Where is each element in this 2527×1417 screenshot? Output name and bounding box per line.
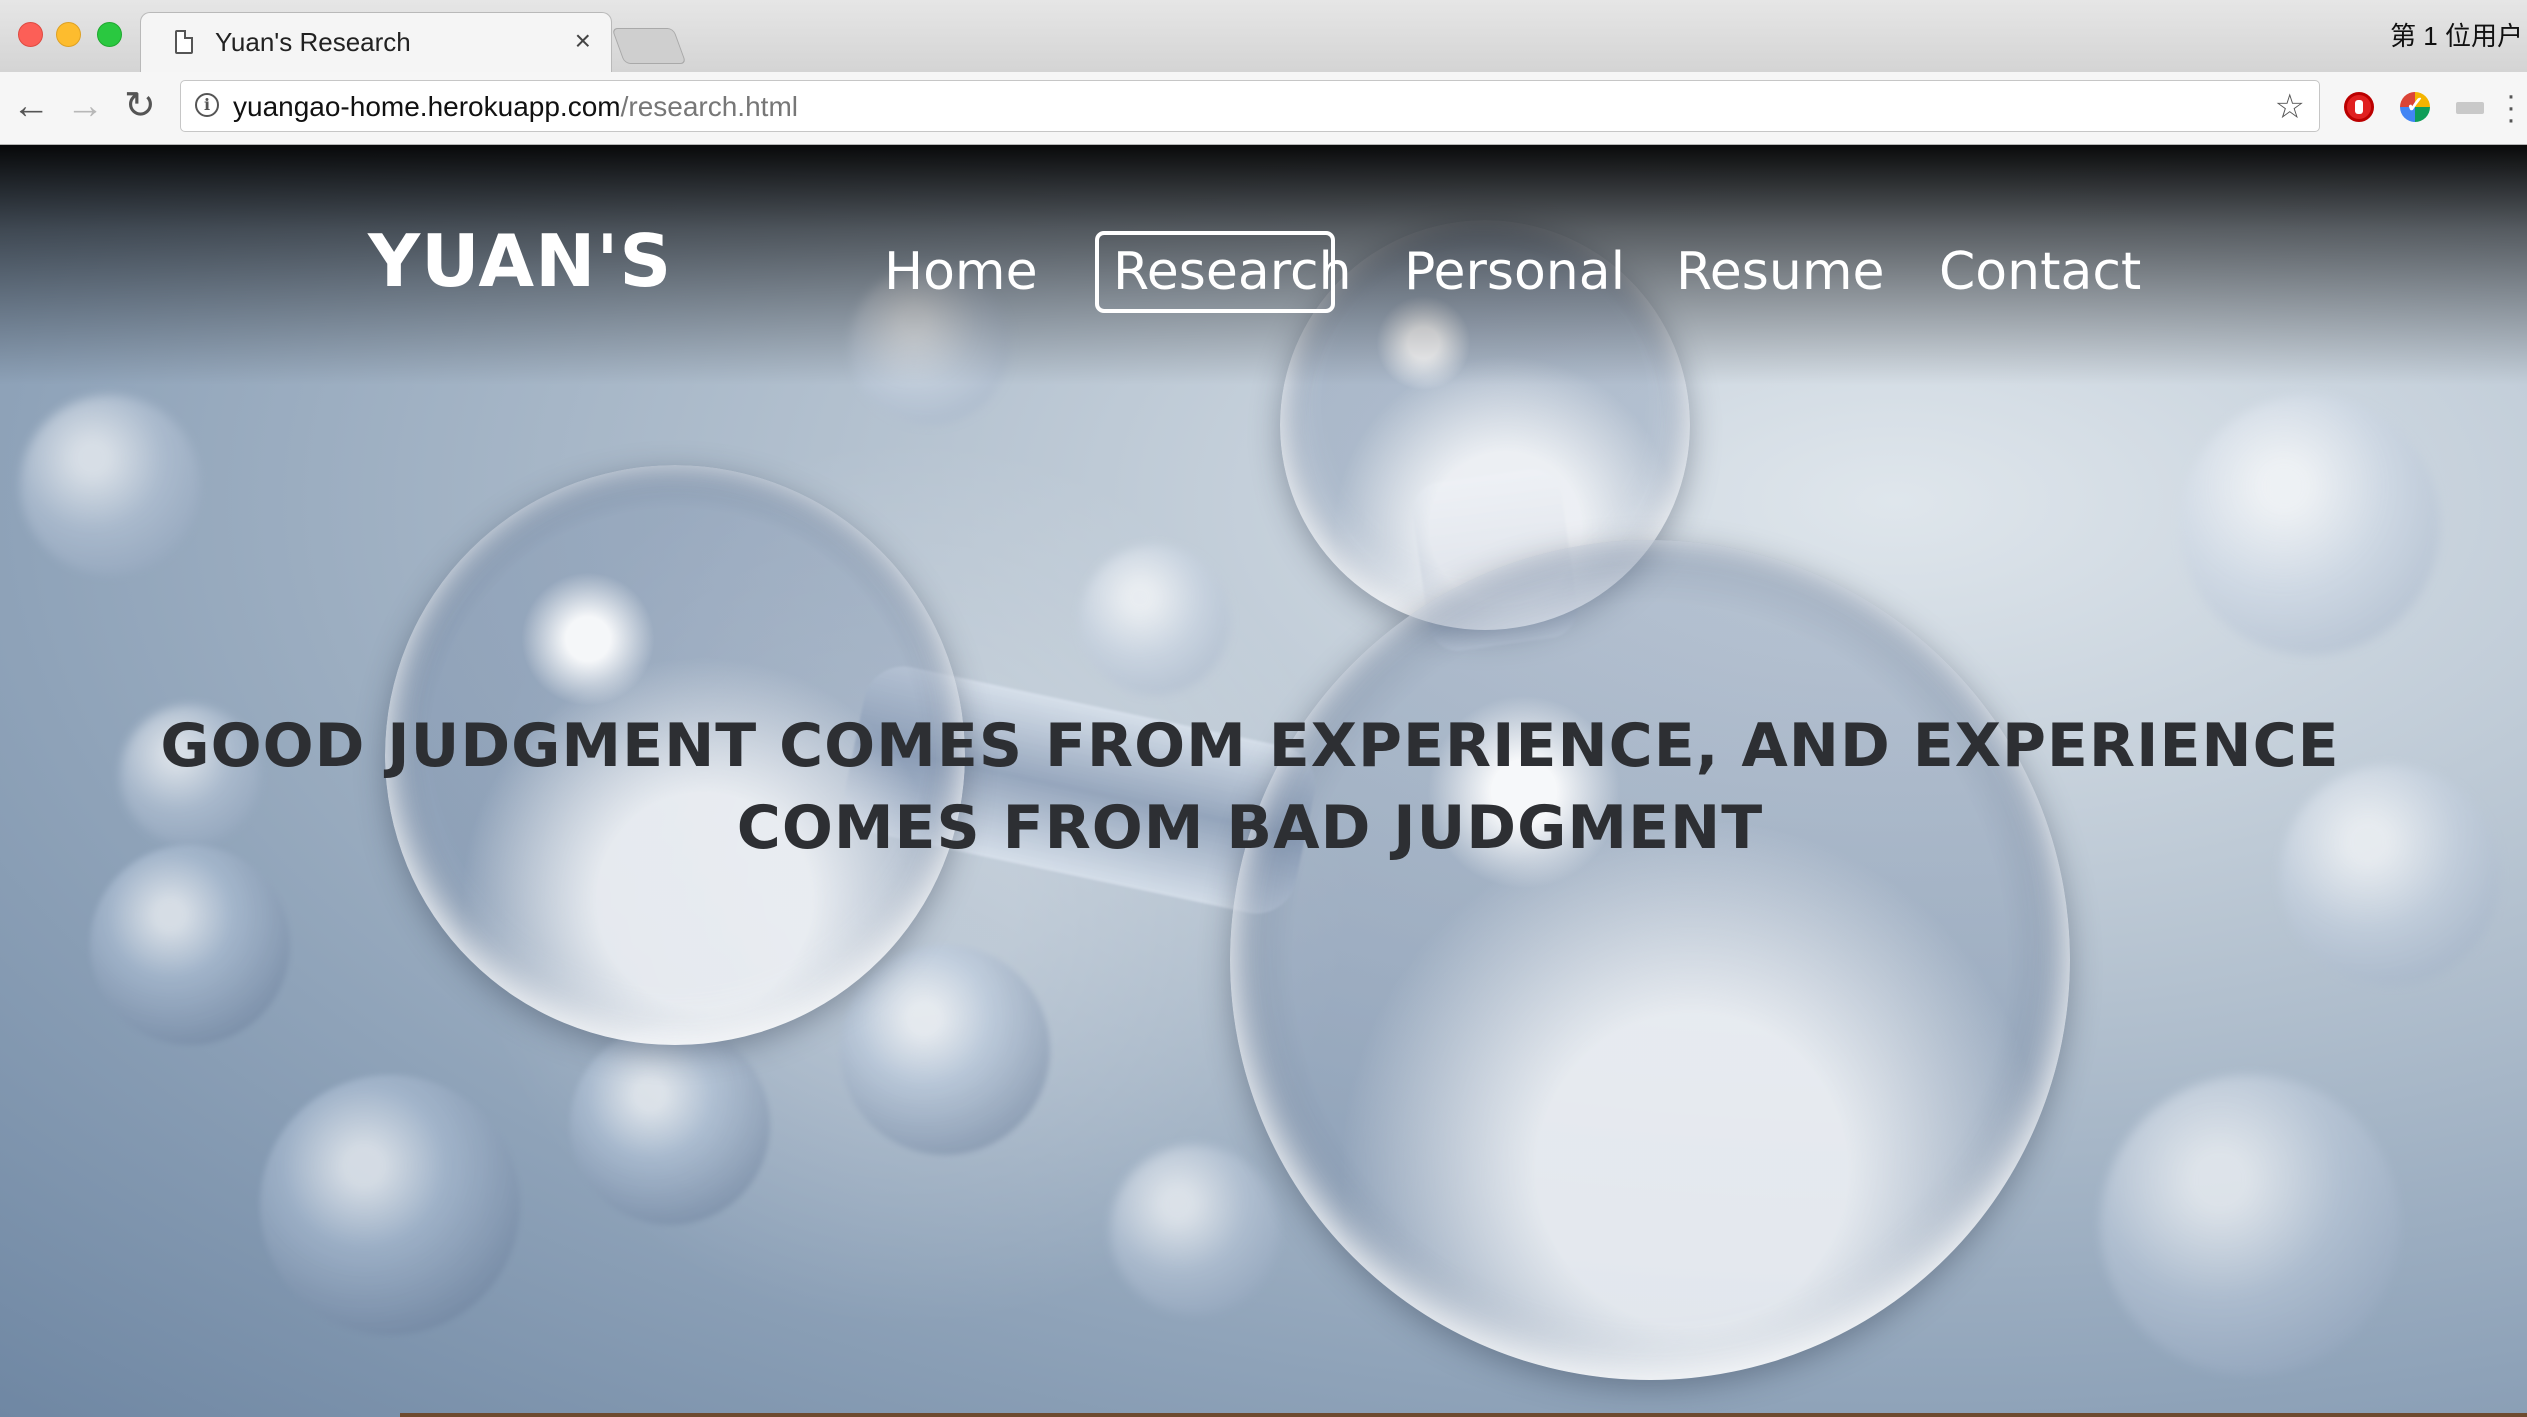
minimize-window-button[interactable] <box>56 22 81 47</box>
reload-icon[interactable]: ↻ <box>124 84 156 128</box>
bottom-divider <box>400 1413 2527 1417</box>
url-host: yuangao-home.herokuapp.com <box>233 91 621 122</box>
cast-icon[interactable] <box>2456 92 2486 122</box>
close-window-button[interactable] <box>18 22 43 47</box>
nav-contact[interactable]: Contact <box>1925 231 2155 313</box>
browser-tab-strip: Yuan's Research × 第 1 位用户 <box>0 0 2527 73</box>
tab-close-icon[interactable]: × <box>575 25 591 57</box>
nav-home[interactable]: Home <box>870 231 1052 313</box>
background-bubble <box>260 1075 520 1335</box>
star-icon[interactable]: ☆ <box>2275 87 2305 127</box>
background-bubble <box>20 395 200 575</box>
hero-quote: GOOD JUDGMENT COMES FROM EXPERIENCE, AND… <box>160 711 2340 864</box>
background-bubble <box>2180 395 2440 655</box>
background-bubble <box>1080 545 1230 695</box>
back-arrow-icon[interactable]: ← <box>12 84 50 128</box>
menu-icon[interactable]: · · · <box>2506 81 2516 135</box>
molecule-sphere-right <box>1230 540 2070 1380</box>
browser-toolbar: ← → ↻ i yuangao-home.herokuapp.com/resea… <box>0 72 2527 145</box>
nav-resume[interactable]: Resume <box>1662 231 1898 313</box>
browser-tab[interactable]: Yuan's Research × <box>140 12 612 73</box>
chrome-extension-icon[interactable] <box>2400 92 2430 122</box>
forward-arrow-icon[interactable]: → <box>66 84 104 128</box>
url-text[interactable]: yuangao-home.herokuapp.com/research.html <box>233 91 798 123</box>
background-bubble <box>840 945 1050 1155</box>
user-profile-label[interactable]: 第 1 位用户 <box>2390 16 2523 53</box>
nav-research[interactable]: Research <box>1095 231 1352 313</box>
page-icon <box>175 30 193 54</box>
info-icon[interactable]: i <box>195 93 219 117</box>
background-bubble <box>570 1025 770 1225</box>
nav-personal[interactable]: Personal <box>1390 231 1639 313</box>
url-path: /research.html <box>620 91 798 122</box>
new-tab-button[interactable] <box>611 28 687 64</box>
page-content: YUAN'S Home Research Personal Resume Con… <box>0 145 2527 1417</box>
tab-title: Yuan's Research <box>215 27 411 57</box>
ublock-icon[interactable] <box>2344 92 2374 122</box>
background-bubble <box>90 845 290 1045</box>
site-logo[interactable]: YUAN'S <box>368 219 672 303</box>
maximize-window-button[interactable] <box>97 22 122 47</box>
background-bubble <box>1110 1145 1280 1315</box>
background-bubble <box>2100 1075 2400 1375</box>
address-bar[interactable]: i yuangao-home.herokuapp.com/research.ht… <box>180 80 2320 132</box>
